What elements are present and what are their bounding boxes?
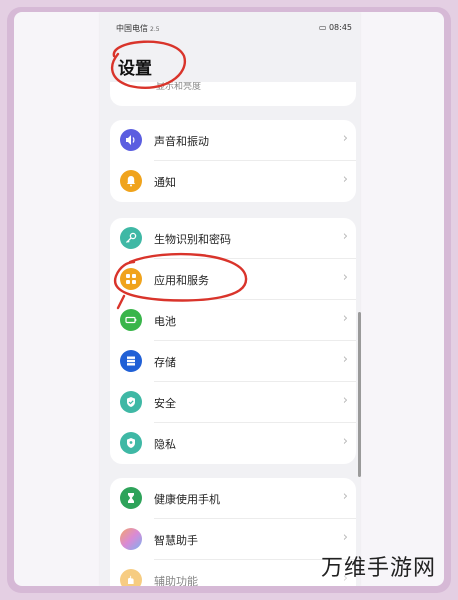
photo: 中国电信 2.5 ▭ 08:45 设置 显示和亮度 声音和振动 › 通知 › 生…: [14, 12, 444, 586]
annotation-circle-apps: [113, 252, 248, 310]
annotation-circle-title: [110, 40, 187, 89]
annotation-layer: [110, 40, 248, 310]
watermark: 万维手游网: [320, 556, 436, 581]
